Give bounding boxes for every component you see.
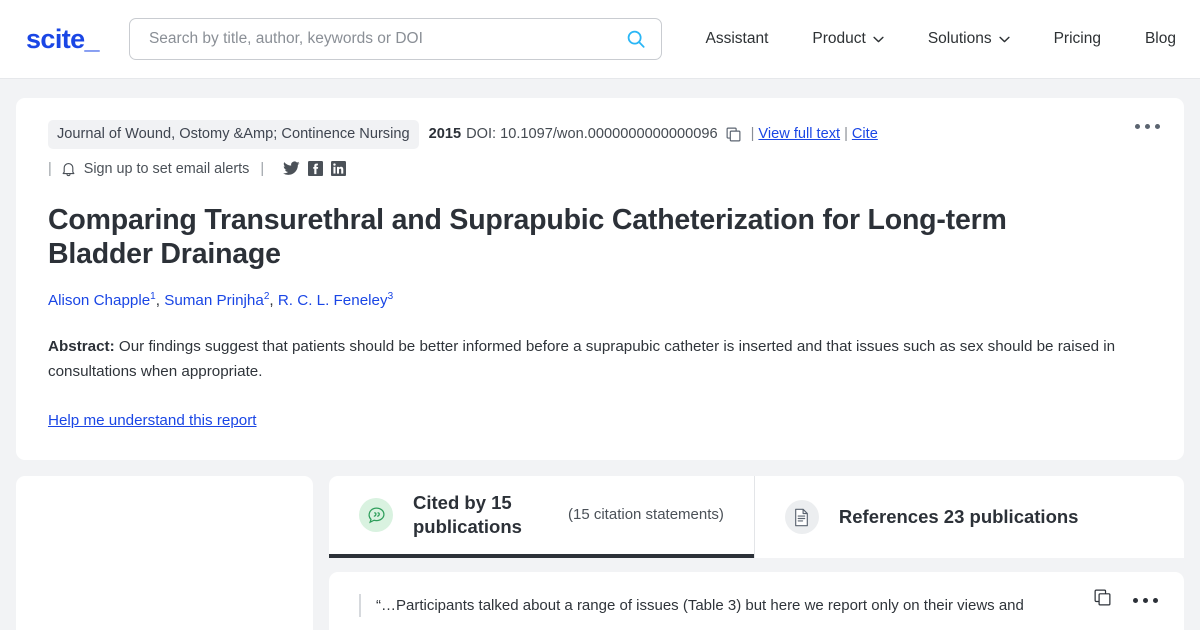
sidebar-panel	[16, 476, 313, 630]
citation-statement-text: “…Participants talked about a range of i…	[359, 594, 1024, 617]
author-link[interactable]: Alison Chapple1	[48, 292, 156, 309]
nav-label: Product	[812, 30, 865, 48]
publication-meta: Journal of Wound, Ostomy &Amp; Continenc…	[48, 120, 1152, 149]
bell-icon[interactable]	[61, 161, 76, 177]
alerts-trailing-separator: |	[260, 161, 264, 177]
nav-item-solutions[interactable]: Solutions	[906, 30, 1032, 48]
citation-statement-actions	[1094, 589, 1158, 611]
author-list: Alison Chapple1, Suman Prinjha2, R. C. L…	[48, 290, 1152, 311]
email-alerts-link[interactable]: Sign up to set email alerts	[84, 161, 250, 177]
search-bar[interactable]	[129, 18, 662, 60]
help-understand-report-link[interactable]: Help me understand this report	[48, 412, 257, 429]
tab-cited-by-label: Cited by 15 publications	[413, 491, 548, 539]
meta-separator: |	[751, 127, 755, 142]
journal-name: Journal of Wound, Ostomy &Amp; Continenc…	[48, 120, 419, 149]
chevron-down-icon	[873, 36, 884, 43]
nav-item-pricing[interactable]: Pricing	[1032, 30, 1123, 48]
search-input[interactable]	[147, 29, 625, 49]
lower-section: Cited by 15 publications (15 citation st…	[16, 460, 1184, 630]
scite-logo[interactable]: scite_	[26, 26, 99, 53]
document-icon	[785, 500, 819, 534]
nav-item-assistant[interactable]: Assistant	[684, 30, 791, 48]
twitter-icon[interactable]	[283, 161, 300, 176]
linkedin-icon[interactable]	[331, 161, 346, 176]
quote-bubble-icon	[359, 498, 393, 532]
author-name: Alison Chapple	[48, 292, 150, 309]
citations-panel: Cited by 15 publications (15 citation st…	[329, 476, 1184, 630]
citation-statement-card: “…Participants talked about a range of i…	[329, 572, 1184, 630]
author-link[interactable]: Suman Prinjha2	[164, 292, 269, 309]
author-affiliation: 3	[388, 291, 394, 302]
nav-label: Blog	[1145, 30, 1176, 48]
nav-item-product[interactable]: Product	[790, 30, 905, 48]
tab-references[interactable]: References 23 publications	[755, 476, 1109, 558]
citation-tabs: Cited by 15 publications (15 citation st…	[329, 476, 1184, 558]
main-nav: Assistant Product Solutions Pricing Blog	[684, 30, 1177, 48]
copy-icon[interactable]	[1094, 589, 1111, 611]
cite-link[interactable]: Cite	[852, 127, 878, 142]
alerts-row: | Sign up to set email alerts |	[48, 161, 1152, 177]
tab-references-label: References 23 publications	[839, 505, 1079, 529]
abstract-text: Our findings suggest that patients shoul…	[48, 338, 1115, 380]
citation-more-options-icon[interactable]	[1133, 598, 1158, 603]
alerts-leading-separator: |	[48, 161, 52, 177]
nav-label: Pricing	[1054, 30, 1101, 48]
abstract-label: Abstract:	[48, 338, 115, 355]
tab-cited-by-sub: (15 citation statements)	[568, 505, 724, 525]
page-title: Comparing Transurethral and Suprapubic C…	[48, 203, 1088, 273]
page-content: Journal of Wound, Ostomy &Amp; Continenc…	[0, 79, 1200, 630]
author-name: Suman Prinjha	[164, 292, 264, 309]
author-link[interactable]: R. C. L. Feneley3	[278, 292, 393, 309]
abstract: Abstract: Our findings suggest that pati…	[48, 335, 1152, 384]
chevron-down-icon	[999, 36, 1010, 43]
site-header: scite_ Assistant Product Solutions Pr	[0, 0, 1200, 79]
author-name: R. C. L. Feneley	[278, 292, 388, 309]
publication-more-options-icon[interactable]	[1135, 124, 1160, 129]
social-share-group	[283, 161, 346, 176]
facebook-icon[interactable]	[308, 161, 323, 176]
nav-label: Assistant	[706, 30, 769, 48]
copy-doi-icon[interactable]	[726, 127, 741, 142]
view-full-text-link[interactable]: View full text	[758, 127, 840, 142]
meta-separator: |	[844, 127, 848, 142]
search-icon[interactable]	[625, 28, 647, 50]
publication-doi: DOI: 10.1097/won.0000000000000096	[466, 127, 718, 142]
publication-card: Journal of Wound, Ostomy &Amp; Continenc…	[16, 98, 1184, 460]
tab-cited-by[interactable]: Cited by 15 publications (15 citation st…	[329, 476, 754, 558]
nav-label: Solutions	[928, 30, 992, 48]
publication-year: 2015	[429, 127, 461, 142]
nav-item-blog[interactable]: Blog	[1123, 30, 1176, 48]
